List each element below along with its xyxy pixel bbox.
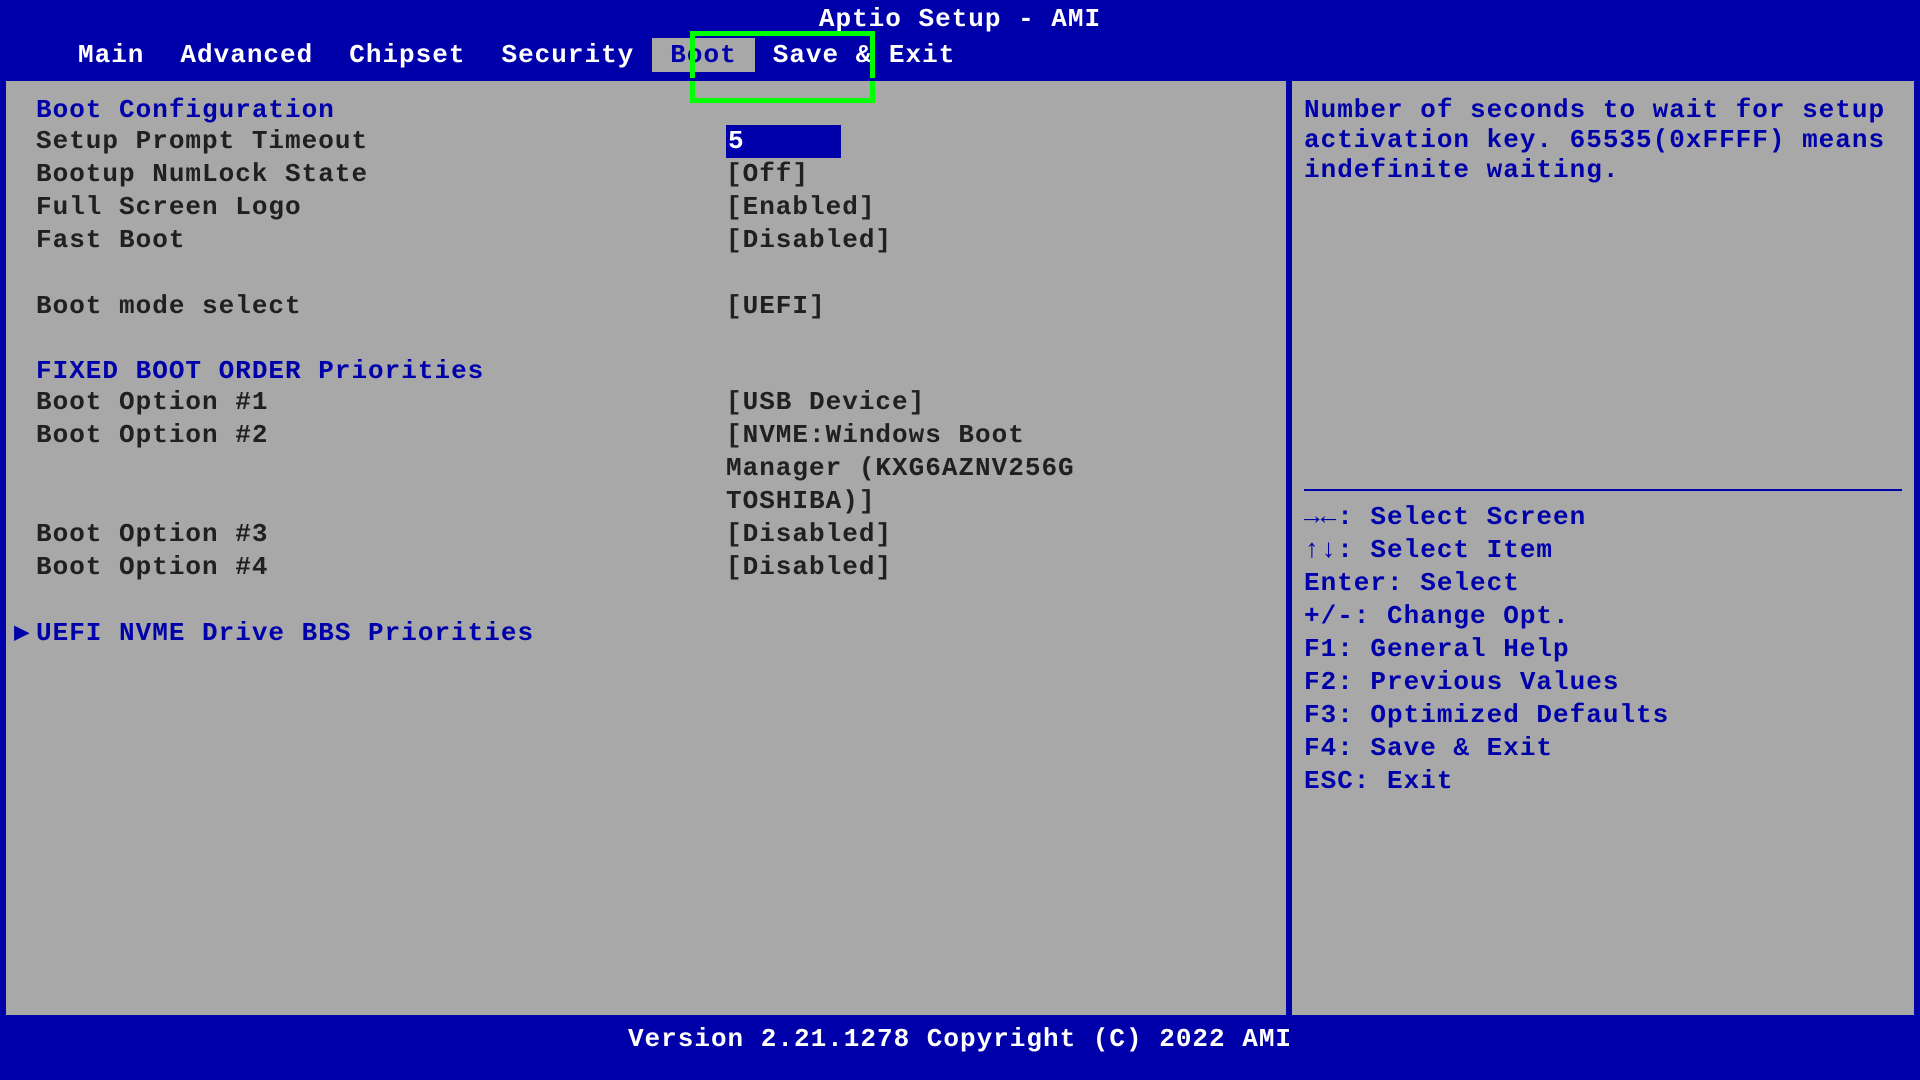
opt2-value[interactable]: [NVME:Windows Boot Manager (KXG6AZNV256G… <box>726 419 1126 518</box>
submenu-arrow-icon: ▶ <box>14 617 31 650</box>
nav-select-item: ↑↓: Select Item <box>1304 534 1902 567</box>
row-boot-option-2[interactable]: Boot Option #2 [NVME:Windows Boot Manage… <box>36 419 1256 518</box>
fastboot-value[interactable]: [Disabled] <box>726 224 1256 257</box>
bootmode-label: Boot mode select <box>36 290 726 323</box>
menu-bar: Main Advanced Chipset Security Boot Save… <box>0 36 1920 78</box>
submenu-uefi-nvme[interactable]: ▶ UEFI NVME Drive BBS Priorities <box>36 617 1256 650</box>
setup-prompt-value[interactable]: 5 <box>726 125 1256 158</box>
submenu-label: UEFI NVME Drive BBS Priorities <box>36 618 534 648</box>
opt1-value[interactable]: [USB Device] <box>726 386 1256 419</box>
row-numlock[interactable]: Bootup NumLock State [Off] <box>36 158 1256 191</box>
fastboot-label: Fast Boot <box>36 224 726 257</box>
opt1-label: Boot Option #1 <box>36 386 726 419</box>
opt3-value[interactable]: [Disabled] <box>726 518 1256 551</box>
tab-save-exit[interactable]: Save & Exit <box>755 38 974 72</box>
row-boot-option-1[interactable]: Boot Option #1 [USB Device] <box>36 386 1256 419</box>
tab-chipset[interactable]: Chipset <box>331 38 483 72</box>
opt2-label: Boot Option #2 <box>36 419 726 452</box>
nav-f3: F3: Optimized Defaults <box>1304 699 1902 732</box>
row-setup-prompt-timeout[interactable]: Setup Prompt Timeout 5 <box>36 125 1256 158</box>
row-fullscreen-logo[interactable]: Full Screen Logo [Enabled] <box>36 191 1256 224</box>
tab-boot[interactable]: Boot <box>652 38 754 72</box>
help-divider <box>1304 489 1902 491</box>
help-panel: Number of seconds to wait for setup acti… <box>1289 78 1914 1018</box>
setup-prompt-label: Setup Prompt Timeout <box>36 125 726 158</box>
main-area: Boot Configuration Setup Prompt Timeout … <box>0 78 1920 1018</box>
nav-enter: Enter: Select <box>1304 567 1902 600</box>
row-boot-option-4[interactable]: Boot Option #4 [Disabled] <box>36 551 1256 584</box>
section-boot-config: Boot Configuration <box>36 95 1256 125</box>
row-boot-mode[interactable]: Boot mode select [UEFI] <box>36 290 1256 323</box>
fullscreen-value[interactable]: [Enabled] <box>726 191 1256 224</box>
row-boot-option-3[interactable]: Boot Option #3 [Disabled] <box>36 518 1256 551</box>
nav-select-screen: →←: Select Screen <box>1304 501 1902 534</box>
fullscreen-label: Full Screen Logo <box>36 191 726 224</box>
footer-version: Version 2.21.1278 Copyright (C) 2022 AMI <box>0 1018 1920 1060</box>
tab-security[interactable]: Security <box>483 38 652 72</box>
section-boot-priorities: FIXED BOOT ORDER Priorities <box>36 356 1256 386</box>
nav-f4: F4: Save & Exit <box>1304 732 1902 765</box>
numlock-label: Bootup NumLock State <box>36 158 726 191</box>
opt4-value[interactable]: [Disabled] <box>726 551 1256 584</box>
nav-change: +/-: Change Opt. <box>1304 600 1902 633</box>
help-nav: →←: Select Screen ↑↓: Select Item Enter:… <box>1304 501 1902 1001</box>
numlock-value[interactable]: [Off] <box>726 158 1256 191</box>
tab-advanced[interactable]: Advanced <box>162 38 331 72</box>
nav-esc: ESC: Exit <box>1304 765 1902 798</box>
help-description: Number of seconds to wait for setup acti… <box>1304 95 1902 485</box>
nav-f1: F1: General Help <box>1304 633 1902 666</box>
window-title: Aptio Setup - AMI <box>0 0 1920 36</box>
bootmode-value[interactable]: [UEFI] <box>726 290 1256 323</box>
nav-f2: F2: Previous Values <box>1304 666 1902 699</box>
tab-main[interactable]: Main <box>60 38 162 72</box>
opt4-label: Boot Option #4 <box>36 551 726 584</box>
settings-panel: Boot Configuration Setup Prompt Timeout … <box>6 78 1289 1018</box>
opt3-label: Boot Option #3 <box>36 518 726 551</box>
row-fast-boot[interactable]: Fast Boot [Disabled] <box>36 224 1256 257</box>
